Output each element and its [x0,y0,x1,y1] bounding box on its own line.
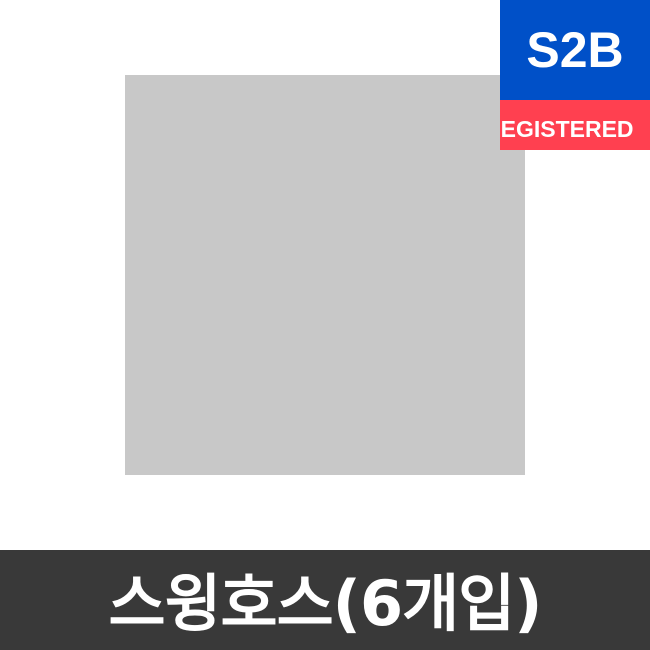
product-title: 스윙호스(6개입) [108,567,542,640]
badge-top-panel: S2B [500,0,650,100]
badge-subtitle: REGISTERED [500,116,634,142]
s2b-registered-badge: S2B REGISTERED [500,0,650,150]
product-image-placeholder [125,75,525,475]
badge-title: S2B [526,22,624,78]
badge-bottom-panel: REGISTERED [500,100,650,150]
product-title-bar: 스윙호스(6개입) [0,550,650,650]
